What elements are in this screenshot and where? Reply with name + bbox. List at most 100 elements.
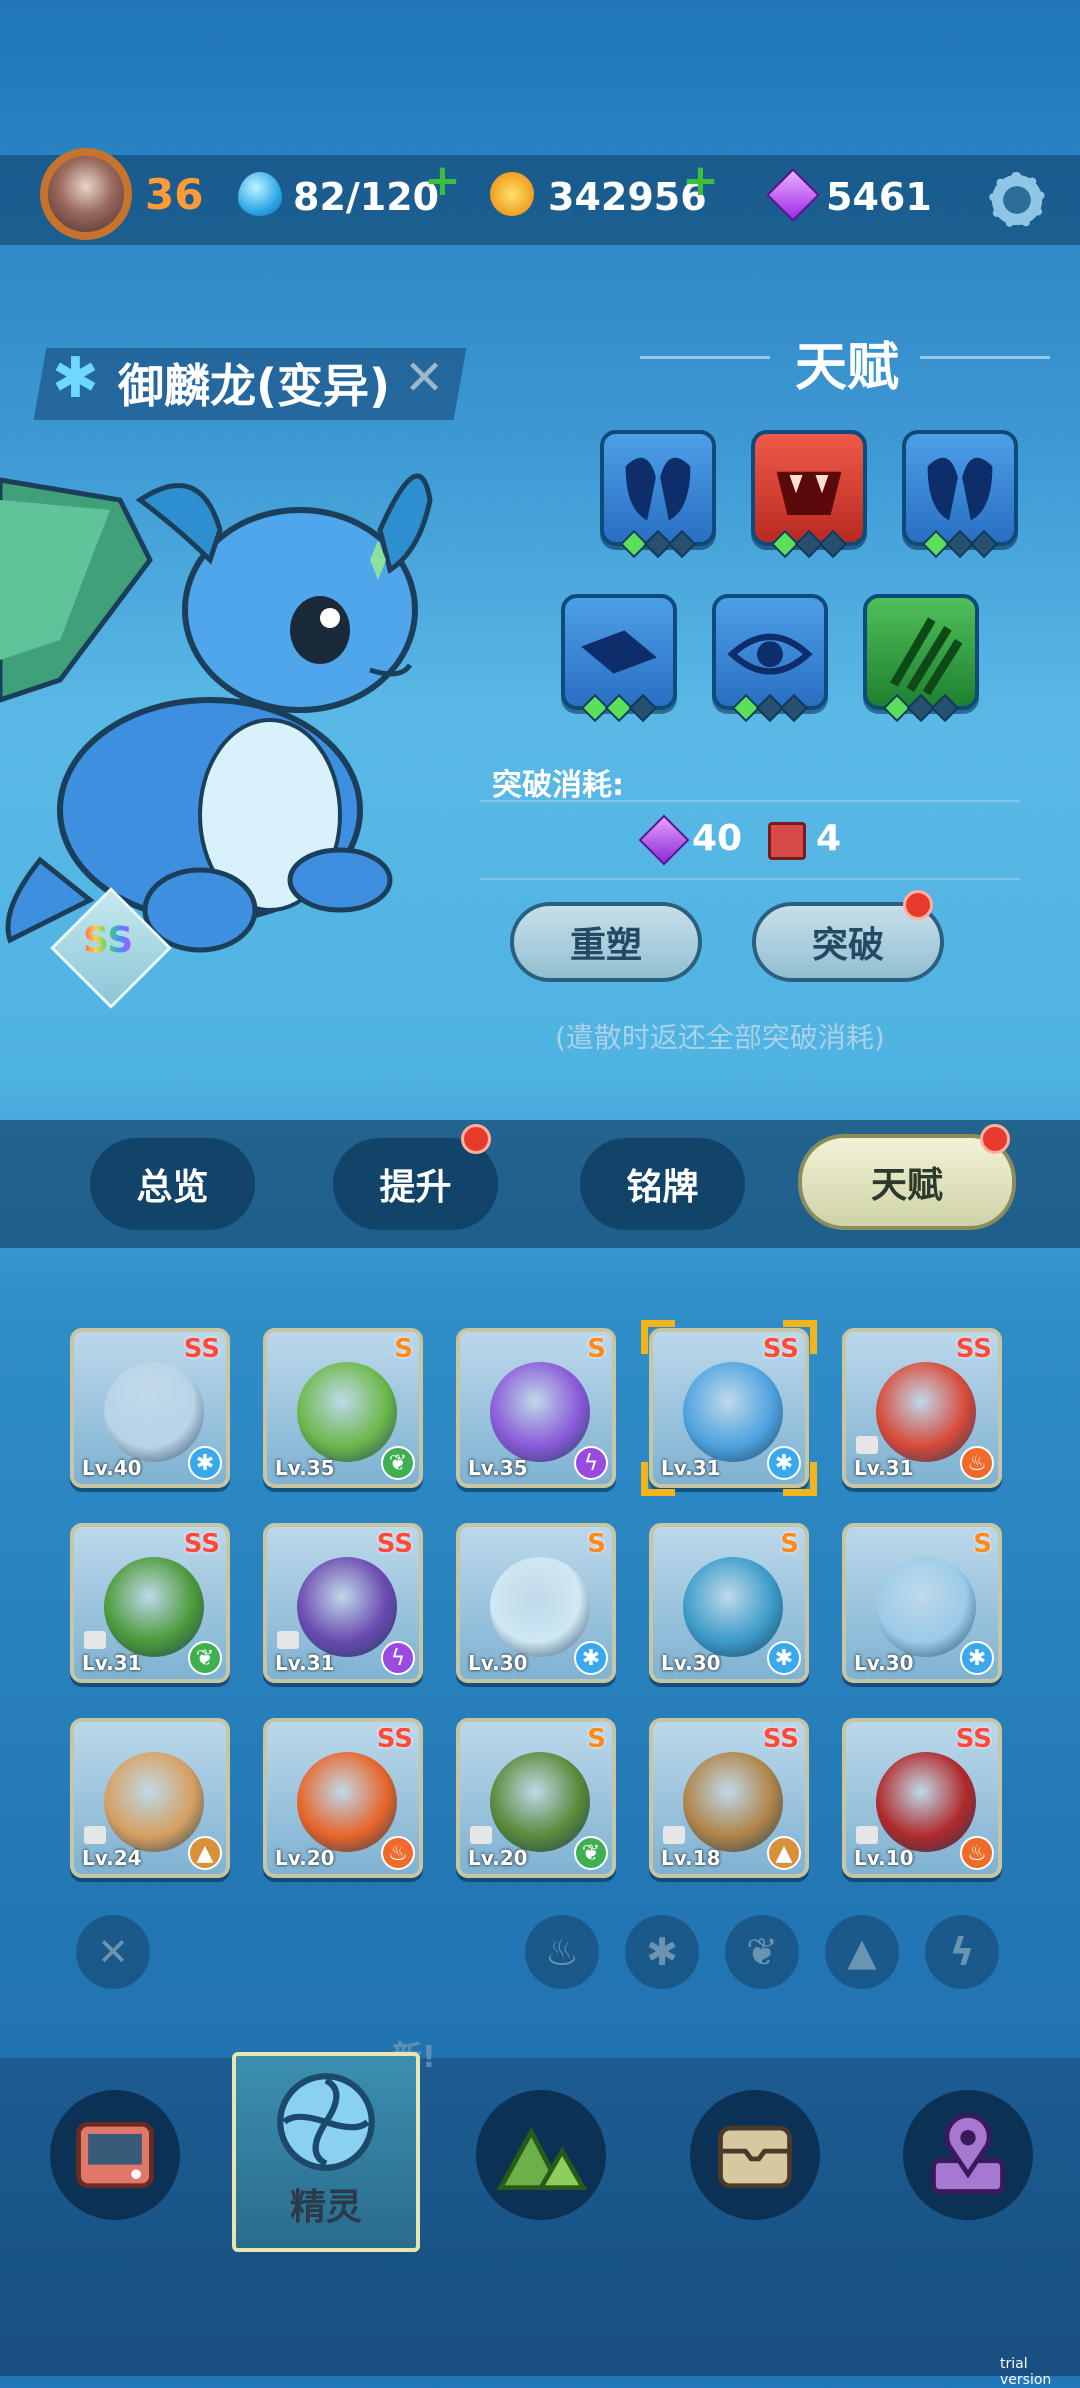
pet-rank: S [587,1529,606,1559]
talent-slot-6[interactable] [863,594,979,710]
watermark: trial version [1000,2356,1052,2388]
lock-icon [84,1631,106,1649]
pet-card[interactable]: SS Lv.31 ♨ [842,1328,1002,1488]
lock-icon [856,1436,878,1454]
release-pet-button[interactable]: ✕ [404,350,444,406]
pet-rank: SS [376,1529,413,1559]
snowflake-icon[interactable]: ✱ [625,1915,699,1989]
fire-icon[interactable]: ♨ [525,1915,599,1989]
pet-card[interactable]: S Lv.35 ϟ [456,1328,616,1488]
pet-level: Lv.31 [82,1651,142,1675]
nav-adventure[interactable] [476,2090,606,2220]
map-pin-icon [931,2113,1005,2194]
pet-card[interactable]: Lv.24 ▲ [70,1718,230,1878]
add-stamina-button[interactable]: + [424,155,461,206]
player-avatar[interactable] [40,148,132,240]
pet-card[interactable]: S Lv.30 ✱ [456,1523,616,1683]
snowflake-icon: ✱ [52,346,99,411]
lock-icon [84,1826,106,1844]
add-coins-button[interactable]: + [682,155,719,206]
stamina-value: 82/120 [293,175,440,219]
computer-icon [76,2121,154,2189]
talent-slot-2[interactable] [751,430,867,546]
pet-name: 御麟龙(变异) [118,359,391,413]
talent-slot-3-gems [921,529,999,560]
close-icon[interactable]: ✕ [76,1915,150,1989]
breakthrough-hint: (遣散时返还全部突破消耗) [555,1021,885,1054]
tab-nameplate[interactable]: 铭牌 [580,1138,745,1230]
pet-card[interactable]: S Lv.35 ❦ [263,1328,423,1488]
pet-portrait [683,1752,783,1852]
pet-portrait [104,1362,204,1462]
cost-divider-top [480,800,1020,802]
pet-portrait [876,1362,976,1462]
tab-overview[interactable]: 总览 [90,1138,255,1230]
pet-level: Lv.30 [661,1651,721,1675]
talent-slot-5-gems [731,693,809,724]
talent-slot-6-gems [882,693,960,724]
pet-portrait [683,1362,783,1462]
pet-card[interactable]: SS Lv.18 ▲ [649,1718,809,1878]
purple-diamond-icon [638,814,690,866]
talent-slot-1[interactable] [600,430,716,546]
green-claw-icon [890,617,963,696]
blue-wings-icon [927,457,993,521]
pet-rank: S [587,1724,606,1754]
selection-corner [641,1462,675,1496]
fire-icon: ♨ [960,1446,994,1480]
fire-icon: ♨ [960,1836,994,1870]
breakthrough-cost-label: 突破消耗: [492,768,624,803]
talent-slot-4-gems [580,693,658,724]
lock-icon [663,1826,685,1844]
pet-card[interactable]: SS Lv.10 ♨ [842,1718,1002,1878]
snowflake-icon: ✱ [767,1641,801,1675]
nav-spirit-label: 精灵 [289,2187,362,2228]
pet-rank: SS [955,1724,992,1754]
selection-corner [641,1320,675,1354]
pet-card[interactable]: SS Lv.31 ❦ [70,1523,230,1683]
bolt-icon: ϟ [381,1641,415,1675]
pet-rank-text: SS [83,920,134,961]
blue-wings-icon [625,457,691,521]
talent-slot-3[interactable] [902,430,1018,546]
pet-level: Lv.10 [854,1846,914,1870]
pet-rank: S [587,1334,606,1364]
pet-card[interactable]: SS Lv.20 ♨ [263,1718,423,1878]
pet-portrait [104,1557,204,1657]
nav-computer[interactable] [50,2090,180,2220]
blue-eye-icon [727,633,813,675]
reset-talent-button[interactable]: 重塑 [510,902,702,982]
pet-portrait [490,1557,590,1657]
snowflake-icon: ✱ [574,1641,608,1675]
pet-rank: SS [762,1724,799,1754]
pet-portrait [297,1752,397,1852]
talent-title-ornament-left [640,356,770,359]
nav-map[interactable] [903,2090,1033,2220]
earth-icon[interactable]: ▲ [825,1915,899,1989]
red-book-icon [768,822,806,860]
cost-divider-bottom [480,878,1020,880]
leaf-icon[interactable]: ❦ [725,1915,799,1989]
fire-icon: ♨ [381,1836,415,1870]
pet-rank: SS [955,1334,992,1364]
talent-slot-4[interactable] [561,594,677,710]
cost-book-value: 4 [816,818,842,859]
selection-corner [783,1462,817,1496]
nav-inventory[interactable] [690,2090,820,2220]
pet-level: Lv.40 [82,1456,142,1480]
pet-card[interactable]: SS Lv.40 ✱ [70,1328,230,1488]
snowflake-icon: ✱ [960,1641,994,1675]
pet-portrait [104,1752,204,1852]
pet-level: Lv.20 [468,1846,528,1870]
gear-icon[interactable] [985,168,1049,232]
pet-card[interactable]: S Lv.30 ✱ [649,1523,809,1683]
pet-card[interactable]: SS Lv.31 ϟ [263,1523,423,1683]
pet-level: Lv.30 [854,1651,914,1675]
pet-card[interactable]: S Lv.30 ✱ [842,1523,1002,1683]
bolt-icon[interactable]: ϟ [925,1915,999,1989]
pet-portrait [876,1557,976,1657]
talent-slot-5[interactable] [712,594,828,710]
pet-card[interactable]: S Lv.20 ❦ [456,1718,616,1878]
pet-portrait [297,1362,397,1462]
pet-rank: SS [183,1529,220,1559]
